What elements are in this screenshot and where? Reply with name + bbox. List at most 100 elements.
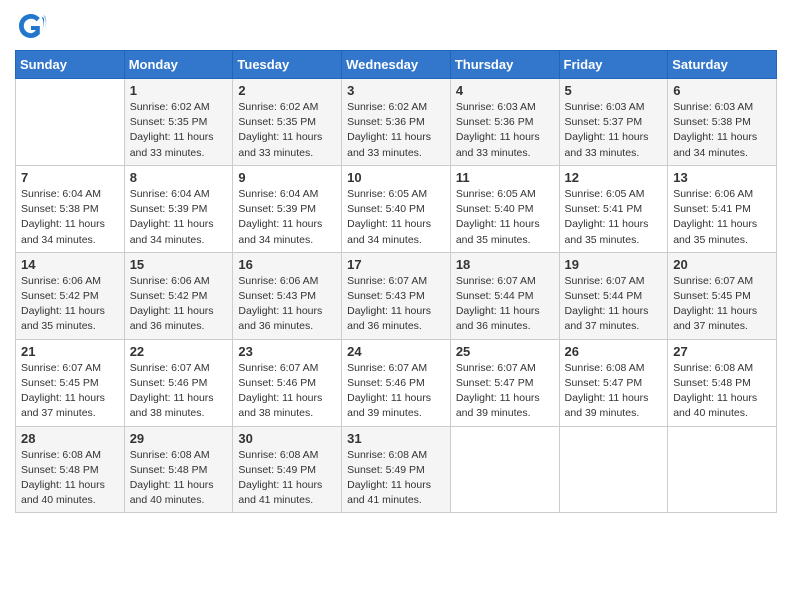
day-number: 11	[456, 170, 554, 185]
day-number: 7	[21, 170, 119, 185]
day-cell: 16Sunrise: 6:06 AMSunset: 5:43 PMDayligh…	[233, 252, 342, 339]
day-cell: 2 Sunrise: 6:02 AMSunset: 5:35 PMDaylight…	[233, 79, 342, 166]
day-cell	[559, 426, 668, 513]
calendar-header: SundayMondayTuesdayWednesdayThursdayFrid…	[16, 51, 777, 79]
day-cell: 15Sunrise: 6:06 AMSunset: 5:42 PMDayligh…	[124, 252, 233, 339]
day-cell: 10 Sunrise: 6:05 AMSunset: 5:40 PMDayligh…	[342, 165, 451, 252]
day-info: Sunrise: 6:08 AMSunset: 5:48 PMDaylight:…	[21, 448, 119, 509]
day-cell: 13Sunrise: 6:06 AMSunset: 5:41 PMDayligh…	[668, 165, 777, 252]
day-cell: 9Sunrise: 6:04 AMSunset: 5:39 PMDaylight…	[233, 165, 342, 252]
day-cell: 22Sunrise: 6:07 AMSunset: 5:46 PMDayligh…	[124, 339, 233, 426]
day-info: Sunrise: 6:07 AMSunset: 5:45 PMDaylight:…	[673, 274, 771, 335]
day-cell	[16, 79, 125, 166]
day-number: 1	[130, 83, 228, 98]
day-cell: 17Sunrise: 6:07 AMSunset: 5:43 PMDayligh…	[342, 252, 451, 339]
day-info: Sunrise: 6:07 AMSunset: 5:45 PMDaylight:…	[21, 361, 119, 422]
day-cell	[668, 426, 777, 513]
day-info: Sunrise: 6:07 AMSunset: 5:47 PMDaylight:…	[456, 361, 554, 422]
day-info: Sunrise: 6:02 AMSunset: 5:35 PMDaylight:…	[130, 100, 228, 161]
day-cell: 29Sunrise: 6:08 AMSunset: 5:48 PMDayligh…	[124, 426, 233, 513]
day-info: Sunrise: 6:03 AMSunset: 5:38 PMDaylight:…	[673, 100, 771, 161]
day-cell: 23 Sunrise: 6:07 AMSunset: 5:46 PMDayligh…	[233, 339, 342, 426]
day-number: 23	[238, 344, 336, 359]
day-cell: 12Sunrise: 6:05 AMSunset: 5:41 PMDayligh…	[559, 165, 668, 252]
day-number: 21	[21, 344, 119, 359]
day-info: Sunrise: 6:07 AMSunset: 5:46 PMDaylight:…	[347, 361, 445, 422]
weekday-row: SundayMondayTuesdayWednesdayThursdayFrid…	[16, 51, 777, 79]
day-number: 25	[456, 344, 554, 359]
day-cell: 19 Sunrise: 6:07 AMSunset: 5:44 PMDayligh…	[559, 252, 668, 339]
day-number: 16	[238, 257, 336, 272]
day-number: 15	[130, 257, 228, 272]
day-cell: 20 Sunrise: 6:07 AMSunset: 5:45 PMDayligh…	[668, 252, 777, 339]
day-number: 20	[673, 257, 771, 272]
day-info: Sunrise: 6:05 AMSunset: 5:40 PMDaylight:…	[456, 187, 554, 248]
day-info: Sunrise: 6:05 AMSunset: 5:41 PMDaylight:…	[565, 187, 663, 248]
day-info: Sunrise: 6:08 AMSunset: 5:48 PMDaylight:…	[130, 448, 228, 509]
day-cell: 1 Sunrise: 6:02 AMSunset: 5:35 PMDaylight…	[124, 79, 233, 166]
day-info: Sunrise: 6:07 AMSunset: 5:46 PMDaylight:…	[238, 361, 336, 422]
day-number: 19	[565, 257, 663, 272]
weekday-header-tuesday: Tuesday	[233, 51, 342, 79]
day-cell: 28 Sunrise: 6:08 AMSunset: 5:48 PMDayligh…	[16, 426, 125, 513]
day-info: Sunrise: 6:08 AMSunset: 5:49 PMDaylight:…	[347, 448, 445, 509]
day-info: Sunrise: 6:04 AMSunset: 5:38 PMDaylight:…	[21, 187, 119, 248]
day-cell	[450, 426, 559, 513]
week-row-3: 14Sunrise: 6:06 AMSunset: 5:42 PMDayligh…	[16, 252, 777, 339]
day-number: 3	[347, 83, 445, 98]
day-info: Sunrise: 6:03 AMSunset: 5:37 PMDaylight:…	[565, 100, 663, 161]
week-row-4: 21 Sunrise: 6:07 AMSunset: 5:45 PMDayligh…	[16, 339, 777, 426]
day-info: Sunrise: 6:08 AMSunset: 5:48 PMDaylight:…	[673, 361, 771, 422]
day-number: 31	[347, 431, 445, 446]
day-number: 26	[565, 344, 663, 359]
day-cell: 21 Sunrise: 6:07 AMSunset: 5:45 PMDayligh…	[16, 339, 125, 426]
day-number: 8	[130, 170, 228, 185]
day-cell: 11 Sunrise: 6:05 AMSunset: 5:40 PMDayligh…	[450, 165, 559, 252]
day-info: Sunrise: 6:04 AMSunset: 5:39 PMDaylight:…	[130, 187, 228, 248]
day-cell: 7 Sunrise: 6:04 AMSunset: 5:38 PMDaylight…	[16, 165, 125, 252]
calendar-body: 1 Sunrise: 6:02 AMSunset: 5:35 PMDaylight…	[16, 79, 777, 513]
day-info: Sunrise: 6:07 AMSunset: 5:44 PMDaylight:…	[456, 274, 554, 335]
day-info: Sunrise: 6:07 AMSunset: 5:44 PMDaylight:…	[565, 274, 663, 335]
day-info: Sunrise: 6:05 AMSunset: 5:40 PMDaylight:…	[347, 187, 445, 248]
day-info: Sunrise: 6:04 AMSunset: 5:39 PMDaylight:…	[238, 187, 336, 248]
day-cell: 6 Sunrise: 6:03 AMSunset: 5:38 PMDaylight…	[668, 79, 777, 166]
logo	[15, 10, 51, 42]
day-number: 27	[673, 344, 771, 359]
page-header	[15, 10, 777, 42]
day-cell: 27 Sunrise: 6:08 AMSunset: 5:48 PMDayligh…	[668, 339, 777, 426]
day-cell: 4 Sunrise: 6:03 AMSunset: 5:36 PMDaylight…	[450, 79, 559, 166]
day-cell: 8 Sunrise: 6:04 AMSunset: 5:39 PMDaylight…	[124, 165, 233, 252]
day-number: 24	[347, 344, 445, 359]
day-number: 30	[238, 431, 336, 446]
day-cell: 18 Sunrise: 6:07 AMSunset: 5:44 PMDayligh…	[450, 252, 559, 339]
day-number: 14	[21, 257, 119, 272]
day-number: 10	[347, 170, 445, 185]
week-row-2: 7 Sunrise: 6:04 AMSunset: 5:38 PMDaylight…	[16, 165, 777, 252]
logo-icon	[15, 10, 47, 42]
day-info: Sunrise: 6:02 AMSunset: 5:35 PMDaylight:…	[238, 100, 336, 161]
day-number: 17	[347, 257, 445, 272]
day-info: Sunrise: 6:08 AMSunset: 5:47 PMDaylight:…	[565, 361, 663, 422]
day-number: 4	[456, 83, 554, 98]
weekday-header-wednesday: Wednesday	[342, 51, 451, 79]
day-number: 6	[673, 83, 771, 98]
weekday-header-friday: Friday	[559, 51, 668, 79]
day-number: 2	[238, 83, 336, 98]
weekday-header-sunday: Sunday	[16, 51, 125, 79]
day-cell: 24 Sunrise: 6:07 AMSunset: 5:46 PMDayligh…	[342, 339, 451, 426]
week-row-5: 28 Sunrise: 6:08 AMSunset: 5:48 PMDayligh…	[16, 426, 777, 513]
day-number: 5	[565, 83, 663, 98]
day-cell: 31 Sunrise: 6:08 AMSunset: 5:49 PMDayligh…	[342, 426, 451, 513]
day-number: 22	[130, 344, 228, 359]
day-info: Sunrise: 6:03 AMSunset: 5:36 PMDaylight:…	[456, 100, 554, 161]
weekday-header-monday: Monday	[124, 51, 233, 79]
day-info: Sunrise: 6:06 AMSunset: 5:41 PMDaylight:…	[673, 187, 771, 248]
day-info: Sunrise: 6:08 AMSunset: 5:49 PMDaylight:…	[238, 448, 336, 509]
day-number: 28	[21, 431, 119, 446]
day-cell: 26 Sunrise: 6:08 AMSunset: 5:47 PMDayligh…	[559, 339, 668, 426]
day-cell: 30 Sunrise: 6:08 AMSunset: 5:49 PMDayligh…	[233, 426, 342, 513]
week-row-1: 1 Sunrise: 6:02 AMSunset: 5:35 PMDaylight…	[16, 79, 777, 166]
day-cell: 3Sunrise: 6:02 AMSunset: 5:36 PMDaylight…	[342, 79, 451, 166]
day-number: 18	[456, 257, 554, 272]
